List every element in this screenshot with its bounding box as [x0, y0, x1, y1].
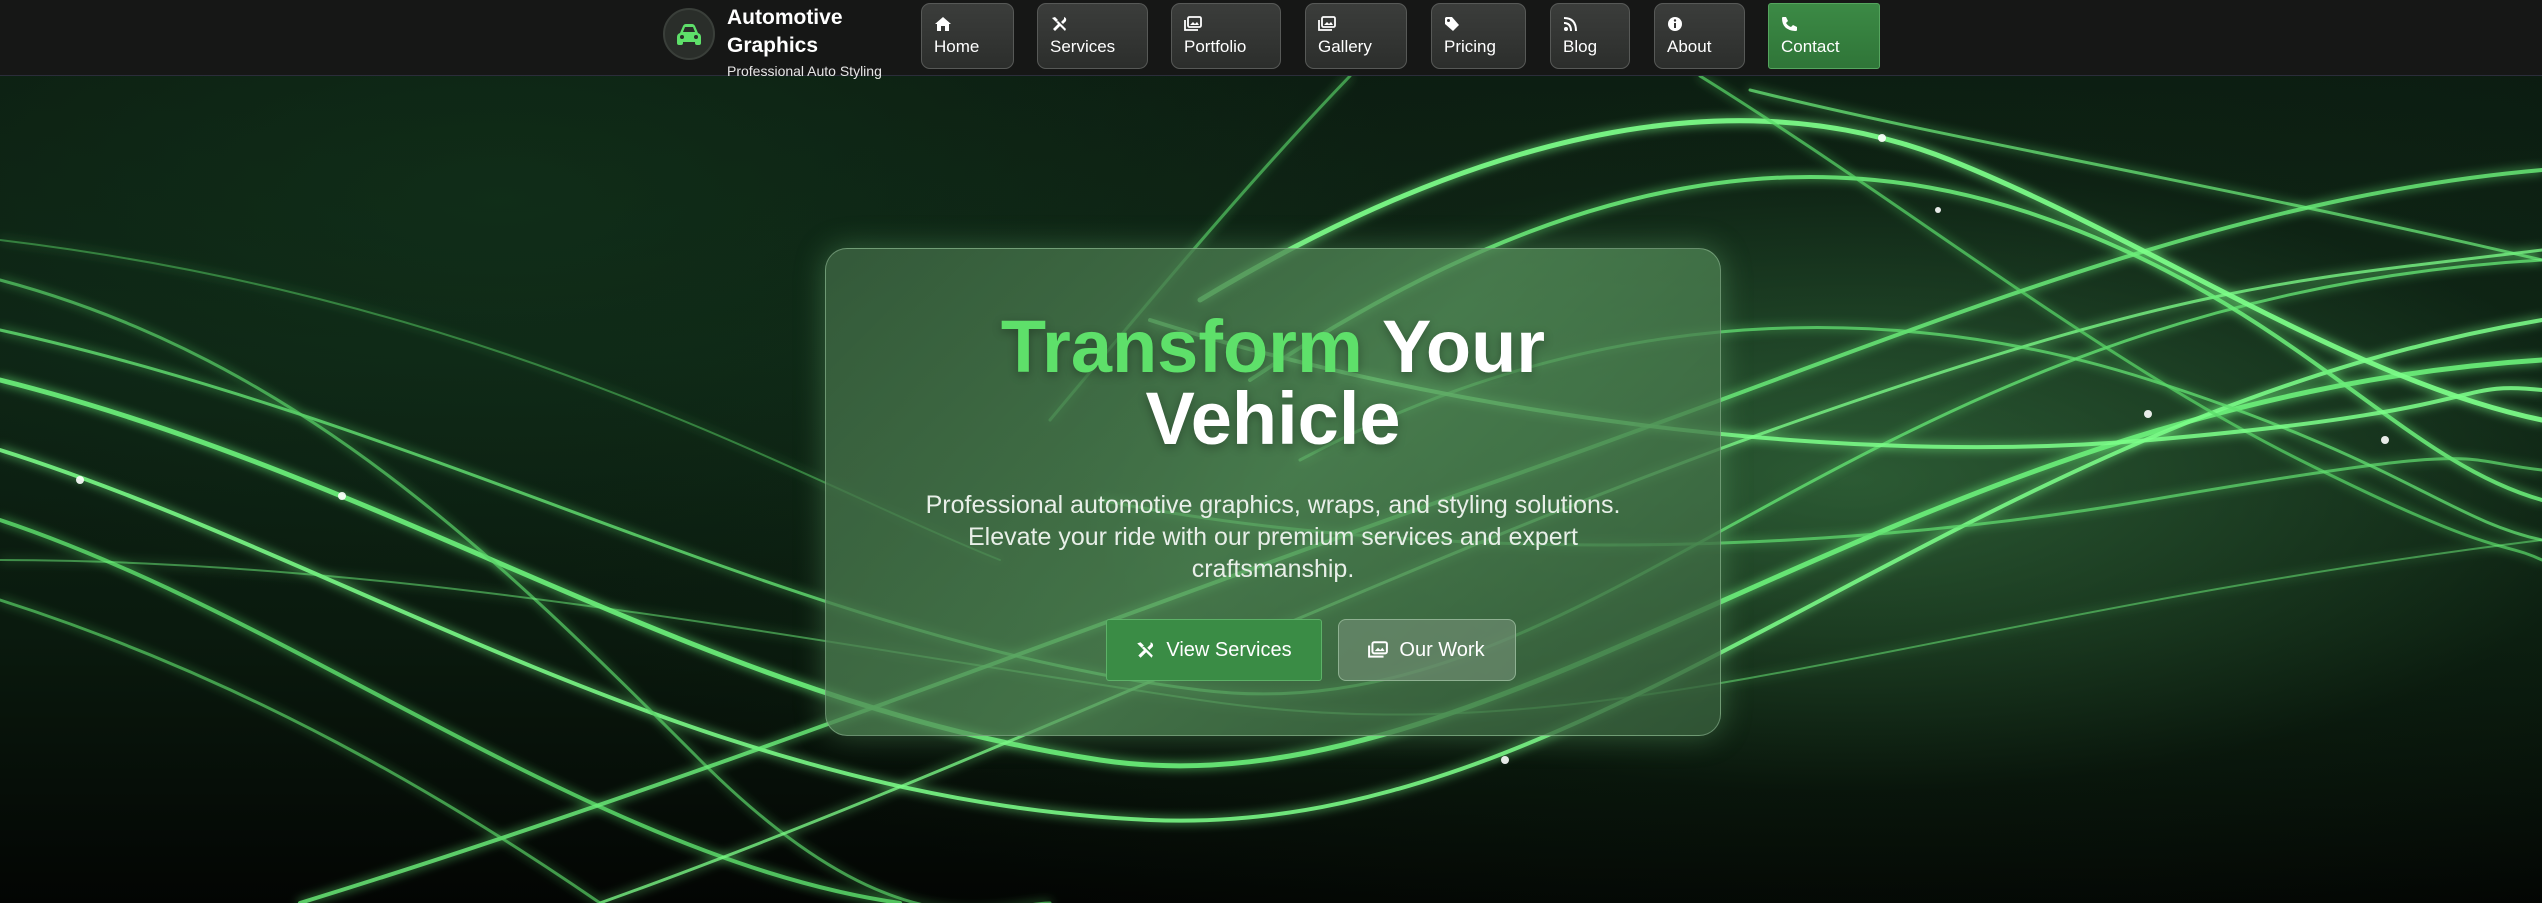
phone-icon	[1781, 16, 1867, 34]
nav-contact[interactable]: Contact	[1768, 3, 1880, 69]
nav-gallery-label: Gallery	[1318, 37, 1372, 56]
navbar: Automotive Graphics Professional Auto St…	[0, 0, 2542, 79]
tools-icon	[1050, 16, 1135, 34]
info-icon	[1667, 16, 1732, 34]
nav-pricing-label: Pricing	[1444, 37, 1496, 56]
hero-subtitle: Professional automotive graphics, wraps,…	[925, 491, 1621, 583]
nav-services-label: Services	[1050, 37, 1116, 56]
car-icon	[663, 8, 715, 60]
tag-icon	[1444, 16, 1513, 34]
brand-subtitle: Professional Auto Styling	[727, 63, 882, 79]
nav-portfolio[interactable]: Portfolio	[1171, 3, 1281, 69]
brand[interactable]: Automotive Graphics Professional Auto St…	[663, 4, 882, 79]
tools-icon	[1135, 641, 1155, 659]
view-services-label: View Services	[1166, 638, 1292, 661]
images-icon	[1318, 16, 1394, 34]
view-services-button[interactable]: View Services	[1105, 619, 1322, 681]
nav-about-label: About	[1667, 37, 1712, 56]
hero-title-line2: Vehicle	[1145, 377, 1401, 460]
nav-blog[interactable]: Blog	[1550, 3, 1630, 69]
hero-title-accent: Transform	[1000, 305, 1363, 388]
nav-gallery[interactable]: Gallery	[1305, 3, 1407, 69]
nav-home[interactable]: Home	[921, 3, 1014, 69]
nav-about[interactable]: About	[1654, 3, 1745, 69]
hero-actions: View Services Our Work	[826, 619, 1720, 681]
hero-card: Transform Your Vehicle Professional auto…	[825, 248, 1721, 736]
hero-title: Transform Your Vehicle	[826, 310, 1720, 456]
images-icon	[1368, 641, 1389, 659]
nav-blog-label: Blog	[1563, 37, 1598, 56]
hero-title-rest: Your	[1362, 305, 1546, 388]
nav-pricing[interactable]: Pricing	[1431, 3, 1526, 69]
nav-services[interactable]: Services	[1037, 3, 1148, 69]
images-icon	[1184, 16, 1268, 34]
our-work-label: Our Work	[1399, 638, 1485, 661]
brand-title: Automotive Graphics	[727, 6, 843, 57]
nav-portfolio-label: Portfolio	[1184, 37, 1247, 56]
nav-home-label: Home	[934, 37, 980, 56]
our-work-button[interactable]: Our Work	[1337, 619, 1516, 681]
nav-contact-label: Contact	[1781, 37, 1840, 56]
rss-icon	[1563, 16, 1617, 34]
home-icon	[934, 16, 1001, 34]
